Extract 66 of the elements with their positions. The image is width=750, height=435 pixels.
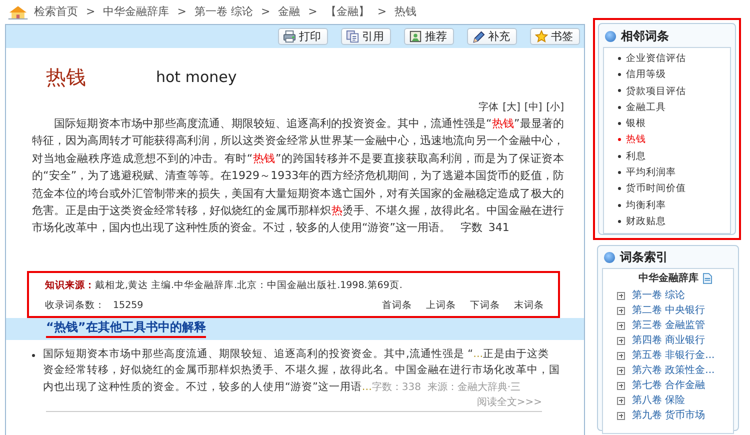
picture-frame-icon — [409, 30, 422, 43]
entry-count-label: 收录词条数： — [45, 299, 105, 314]
pages-icon — [346, 30, 359, 43]
entry-paragraph: 国际短期资本市场中那些高度流通、期限较短、追逐高利的投资资金。其中，流通性强是“热钱”最显著的特征，因为高周转才可能获得高利润，所以这类资金经常从世界某一金融中心，迅速地流向另一个金融中心，对当地金融秩序造成意想不到的冲击。有时“热钱”的跨国转移并不是要直接获取高利润，而是为了保证资本的“安全”，为了逃避税赋、清查等等。在1929～1933年的西方经济危机期间，为了逃避本国货币的贬值，防范金本位的垮台或外汇管制带来的损失，美国有大量短期资本逃亡国外，对有关国家的金融稳定造成了极大的危害。正是由于这类资金经常转移，好似烧红的金属币那样炽热烫手、不堪久握，故得此名。中国金融在进行市场化改革中，国内也出现了这种性质的资金。不过，较多的人使用“游资”这一用语。 字数 341 — [32, 116, 564, 236]
entry-title: 热钱 — [46, 64, 86, 91]
font-size-option[interactable]: [小] — [546, 100, 564, 115]
panel-title: 相邻词条 — [621, 28, 669, 45]
char-count: 341 — [488, 221, 510, 234]
book-title: 中华金融辞库 — [638, 271, 698, 286]
volume-link[interactable]: 第三卷 金融监管 — [632, 318, 706, 333]
english-title: hot money — [156, 66, 237, 88]
related-entry-link[interactable]: 金融工具 — [618, 100, 730, 116]
recommend-button[interactable]: 推荐 — [404, 28, 454, 45]
related-entry-link[interactable]: 贷款项目评估 — [618, 84, 730, 100]
source-label: 知识来源： — [45, 280, 95, 291]
breadcrumb-separator: > — [260, 4, 270, 20]
related-entry-link[interactable]: 平均利润率 — [618, 165, 730, 182]
related-entry-link[interactable]: 企业资信评估 — [618, 51, 730, 68]
document-icon — [702, 273, 712, 284]
entry-nav-link[interactable]: 下词条 — [470, 299, 500, 314]
section-heading: “热钱”在其他工具书中的解释 — [46, 318, 206, 338]
star-icon — [535, 30, 548, 43]
bookmark-button[interactable]: 书签 — [530, 28, 580, 45]
volume-link[interactable]: 第二卷 中央银行 — [632, 303, 706, 318]
volume-link[interactable]: 第九卷 货币市场 — [632, 408, 706, 423]
breadcrumb-current: 热钱 — [394, 4, 417, 20]
supplement-button[interactable]: 补充 — [467, 28, 517, 45]
font-size-label: 字体 — [478, 100, 499, 115]
bullet-icon — [32, 354, 35, 357]
entry-count: 15259 — [113, 299, 144, 314]
pencil-icon — [472, 30, 485, 43]
related-entry-link[interactable]: 信用等级 — [618, 67, 730, 84]
cite-button[interactable]: 引用 — [341, 28, 391, 45]
volume-link[interactable]: 第六卷 政策性金... — [632, 363, 715, 378]
breadcrumb-separator: > — [86, 4, 96, 20]
font-size-option[interactable]: [大] — [502, 100, 520, 115]
breadcrumb-link[interactable]: 【金融】 — [325, 4, 370, 20]
related-entry-link[interactable]: 银根 — [618, 116, 730, 132]
entry-nav-link[interactable]: 末词条 — [514, 299, 544, 314]
source-citation: 戴相龙,黄达 主编.中华金融辞库.北京：中国金融出版社.1998.第69页. — [95, 280, 402, 291]
related-entry-link[interactable]: 利息 — [618, 148, 730, 166]
breadcrumb-separator: > — [308, 4, 318, 20]
volume-link[interactable]: 第一卷 综论 — [632, 288, 686, 303]
volume-link[interactable]: 第四卷 商业银行 — [632, 333, 706, 348]
panel-title: 词条索引 — [620, 249, 668, 266]
result-snippet: 国际短期资本市场中那些高度流通、期限较短、追逐高利的投资资金。其中,流通性强是 “...正是由于这类资金经常转移，好似烧红的金属币那样炽热烫手、不堪久握，故得此名。中国金融在进行市场化改革中，国内也出现了这种性质的资金。不过，较多的人使用“游资”这一用语...字数：338 来源：金融大辞典·三 — [43, 346, 560, 395]
breadcrumb-link[interactable]: 检索首页 — [34, 4, 78, 20]
entry-nav-link[interactable]: 上词条 — [426, 299, 456, 314]
breadcrumb-separator: > — [377, 4, 387, 20]
related-entry-link[interactable]: 均衡利率 — [618, 198, 730, 214]
breadcrumb-link[interactable]: 第一卷 综论 — [194, 4, 253, 20]
breadcrumb-separator: > — [177, 4, 186, 20]
volume-link[interactable]: 第七卷 合作金融 — [632, 378, 706, 393]
breadcrumb-link[interactable]: 中华金融辞库 — [103, 4, 170, 20]
volume-link[interactable]: 第八卷 保险 — [632, 393, 686, 408]
related-entry-link[interactable]: 货币时间价值 — [618, 181, 730, 198]
related-entry-link[interactable]: 热钱 — [618, 132, 730, 149]
char-count-label: 字数 — [460, 221, 482, 234]
breadcrumb-link[interactable]: 金融 — [278, 4, 300, 20]
related-entry-link[interactable]: 财政贴息 — [618, 214, 730, 230]
printer-icon — [283, 30, 296, 43]
entry-nav-link[interactable]: 首词条 — [382, 299, 412, 314]
font-size-option[interactable]: [中] — [524, 100, 542, 115]
print-button[interactable]: 打印 — [278, 28, 328, 45]
home-icon — [8, 4, 28, 20]
volume-link[interactable]: 第五卷 非银行金... — [632, 348, 715, 363]
